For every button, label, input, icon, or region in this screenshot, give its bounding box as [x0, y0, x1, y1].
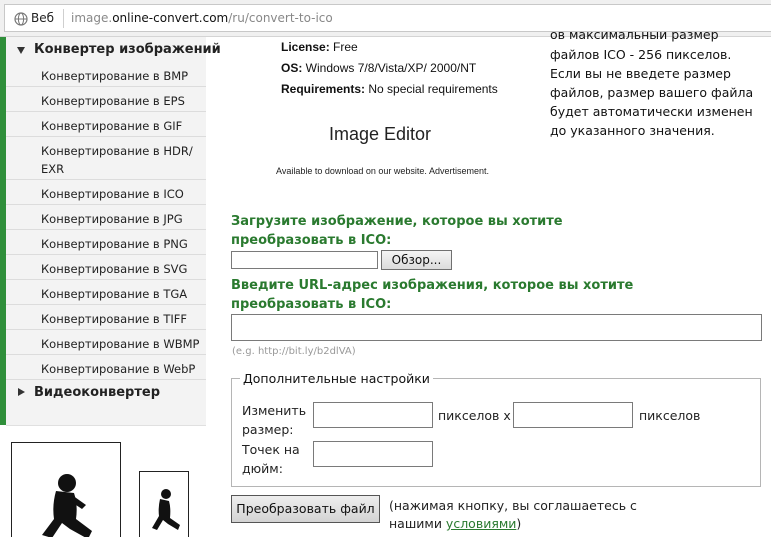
upload-heading-line: Загрузите изображение, которое вы хотите — [231, 214, 563, 229]
os-label: OS: — [281, 61, 303, 75]
sidebar-item-label: Конвертирование в PNG — [41, 237, 188, 251]
sidebar-category-video[interactable]: Видеоконвертер — [6, 381, 206, 405]
agree-suffix: ) — [516, 516, 522, 531]
sidebar-item-label: Конвертирование в TIFF — [41, 312, 188, 326]
web-label: Веб — [31, 11, 55, 25]
browse-button[interactable]: Обзор... — [381, 250, 452, 270]
url-text[interactable]: image.online-convert.com/ru/convert-to-i… — [71, 11, 333, 25]
sitting-person-silhouette — [152, 489, 180, 530]
sidebar-item-hdr-exr[interactable]: Конвертирование в HDR/ EXR — [6, 137, 206, 180]
upload-heading-line: преобразовать в ICO: — [231, 233, 392, 248]
caret-right-icon — [18, 388, 25, 396]
sidebar-item-label: Конвертирование в BMP — [41, 69, 189, 83]
sitting-person-silhouette — [42, 474, 92, 537]
notice-line: до указанного значения. — [550, 123, 715, 138]
sidebar-item-ico[interactable]: Конвертирование в ICO — [6, 180, 206, 205]
requirements-label: Requirements: — [281, 82, 366, 96]
sidebar-item-label: Конвертирование в EPS — [41, 94, 185, 108]
license-row: License: Free — [281, 40, 498, 61]
url-domain: online-convert.com — [112, 11, 229, 25]
sidebar-item-tiff[interactable]: Конвертирование в TIFF — [6, 305, 206, 330]
caret-down-icon — [17, 47, 25, 54]
url-example-hint: (e.g. http://bit.ly/b2dlVA) — [232, 346, 356, 357]
terms-agreement: (нажимая кнопку, вы соглашаетесь с нашим… — [389, 497, 637, 533]
requirements-row: Requirements: No special requirements — [281, 82, 498, 103]
sidebar-item-webp[interactable]: Конвертирование в WebP — [6, 355, 206, 380]
sidebar-thumbnails — [6, 425, 206, 537]
sidebar-item-label: Конвертирование в TGA — [41, 287, 188, 301]
ad-note: Available to download on our website. Ad… — [276, 166, 489, 176]
sidebar-item-label: Конвертирование в ICO — [41, 187, 184, 201]
ad-specs: License: Free OS: Windows 7/8/Vista/XP/ … — [281, 40, 498, 103]
sidebar-item-tga[interactable]: Конвертирование в TGA — [6, 280, 206, 305]
os-row: OS: Windows 7/8/Vista/XP/ 2000/NT — [281, 61, 498, 82]
url-heading-line: преобразовать в ICO: — [231, 297, 392, 312]
height-input[interactable] — [513, 402, 633, 428]
address-separator — [63, 9, 64, 28]
sidebar-item-wbmp[interactable]: Конвертирование в WBMP — [6, 330, 206, 355]
license-value: Free — [329, 40, 358, 54]
resize-label-line: размер: — [242, 422, 294, 437]
sidebar-item-label: Конвертирование в GIF — [41, 119, 183, 133]
thumbnail-image[interactable] — [11, 442, 121, 537]
file-path-input[interactable] — [231, 251, 378, 269]
sidebar-item-label: Конвертирование в WBMP — [41, 337, 200, 351]
notice-line: файлов, размер вашего файла — [550, 85, 754, 100]
sidebar-item-png[interactable]: Конвертирование в PNG — [6, 230, 206, 255]
url-heading-line: Введите URL-адрес изображения, которое в… — [231, 278, 634, 293]
notice-line: файлов ICO - 256 пикселов. — [550, 47, 732, 62]
dpi-label-line: Точек на — [242, 442, 300, 457]
resize-label: Изменить размер: — [242, 401, 306, 439]
agree-text-line2: нашими условиями) — [389, 515, 637, 533]
url-heading: Введите URL-адрес изображения, которое в… — [231, 276, 633, 314]
sidebar-item-jpg[interactable]: Конвертирование в JPG — [6, 205, 206, 230]
upload-heading: Загрузите изображение, которое вы хотите… — [231, 212, 563, 250]
settings-legend: Дополнительные настройки — [240, 371, 433, 386]
size-notice: ов максимальный размер файлов ICO - 256 … — [550, 32, 768, 140]
convert-file-button[interactable]: Преобразовать файл — [231, 495, 380, 523]
pixels-x-label: пикселов x — [438, 408, 511, 423]
pixels-label: пикселов — [639, 408, 701, 423]
notice-line: Если вы не введете размер — [550, 66, 731, 81]
agree-text-line: (нажимая кнопку, вы соглашаетесь с — [389, 498, 637, 513]
dpi-label-line: дюйм: — [242, 461, 283, 476]
settings-fieldset — [231, 378, 761, 487]
sidebar-category-label: Видеоконвертер — [34, 385, 161, 400]
url-prefix: image. — [71, 11, 113, 25]
sidebar-item-label: Конвертирование в WebP — [41, 362, 196, 376]
sidebar-item-label: Конвертирование в SVG — [41, 262, 188, 276]
globe-icon — [14, 12, 28, 26]
thumbnail-image-small[interactable] — [139, 471, 189, 537]
notice-clipped-line: ов максимальный размер — [550, 32, 719, 42]
width-input[interactable] — [313, 402, 433, 428]
sidebar-category-images[interactable]: Конвертер изображений — [6, 38, 221, 62]
dpi-input[interactable] — [313, 441, 433, 467]
license-label: License: — [281, 40, 330, 54]
terms-link[interactable]: условиями — [446, 516, 516, 531]
url-field[interactable]: Веб image.online-convert.com/ru/convert-… — [4, 4, 771, 32]
sidebar-category-label: Конвертер изображений — [34, 42, 221, 57]
sidebar-item-svg[interactable]: Конвертирование в SVG — [6, 255, 206, 280]
resize-label-line: Изменить — [242, 403, 307, 418]
sidebar-item-eps[interactable]: Конвертирование в EPS — [6, 87, 206, 112]
url-path: /ru/convert-to-ico — [228, 11, 333, 25]
sidebar-item-label: Конвертирование в JPG — [41, 212, 183, 226]
requirements-value: No special requirements — [365, 82, 498, 96]
sidebar-item-gif[interactable]: Конвертирование в GIF — [6, 112, 206, 137]
agree-prefix: нашими — [389, 516, 446, 531]
sidebar-item-bmp[interactable]: Конвертирование в BMP — [6, 62, 206, 87]
dpi-label: Точек на дюйм: — [242, 440, 300, 478]
notice-line: будет автоматически изменен — [550, 104, 753, 119]
os-value: Windows 7/8/Vista/XP/ 2000/NT — [302, 61, 477, 75]
image-url-input[interactable] — [231, 314, 762, 341]
sidebar: Конвертер изображений Конвертирование в … — [6, 37, 221, 537]
ad-product-title[interactable]: Image Editor — [329, 124, 431, 145]
sidebar-item-label: Конвертирование в HDR/ — [41, 144, 193, 158]
sidebar-item-label-line2: EXR — [41, 162, 65, 176]
